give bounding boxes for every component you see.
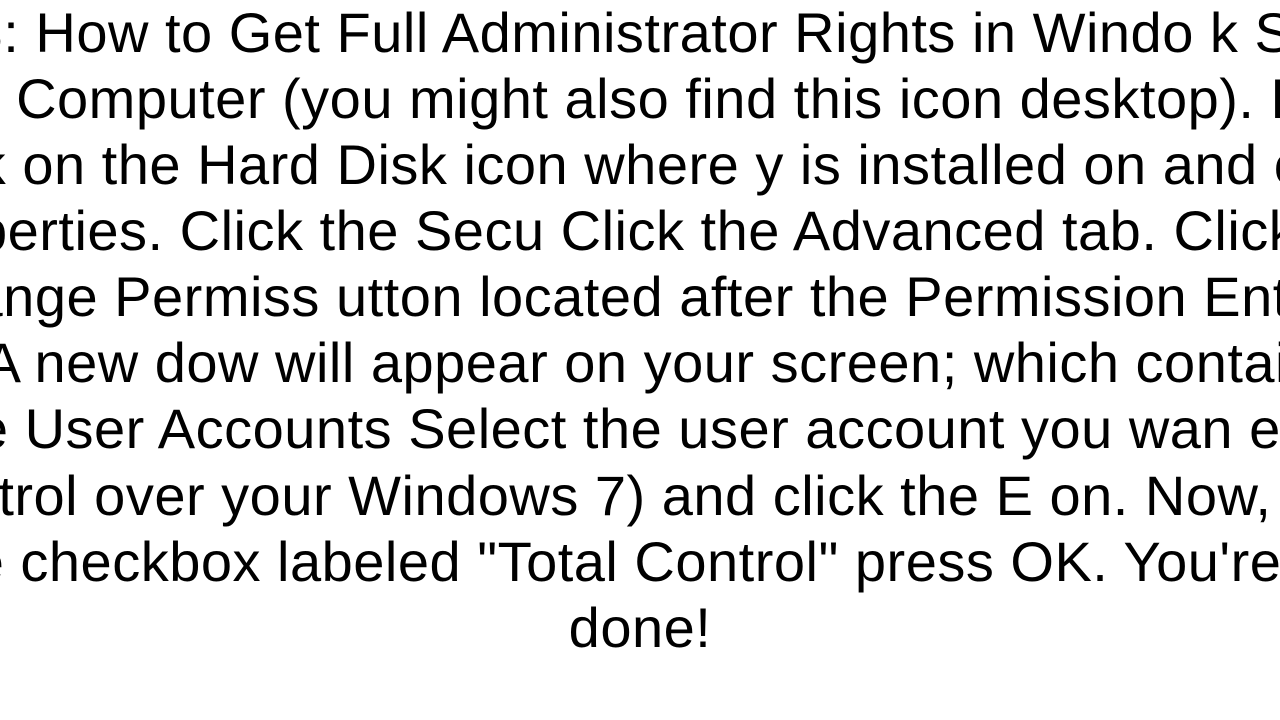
instruction-text: er 3: How to Get Full Administrator Righ…	[0, 0, 1280, 661]
